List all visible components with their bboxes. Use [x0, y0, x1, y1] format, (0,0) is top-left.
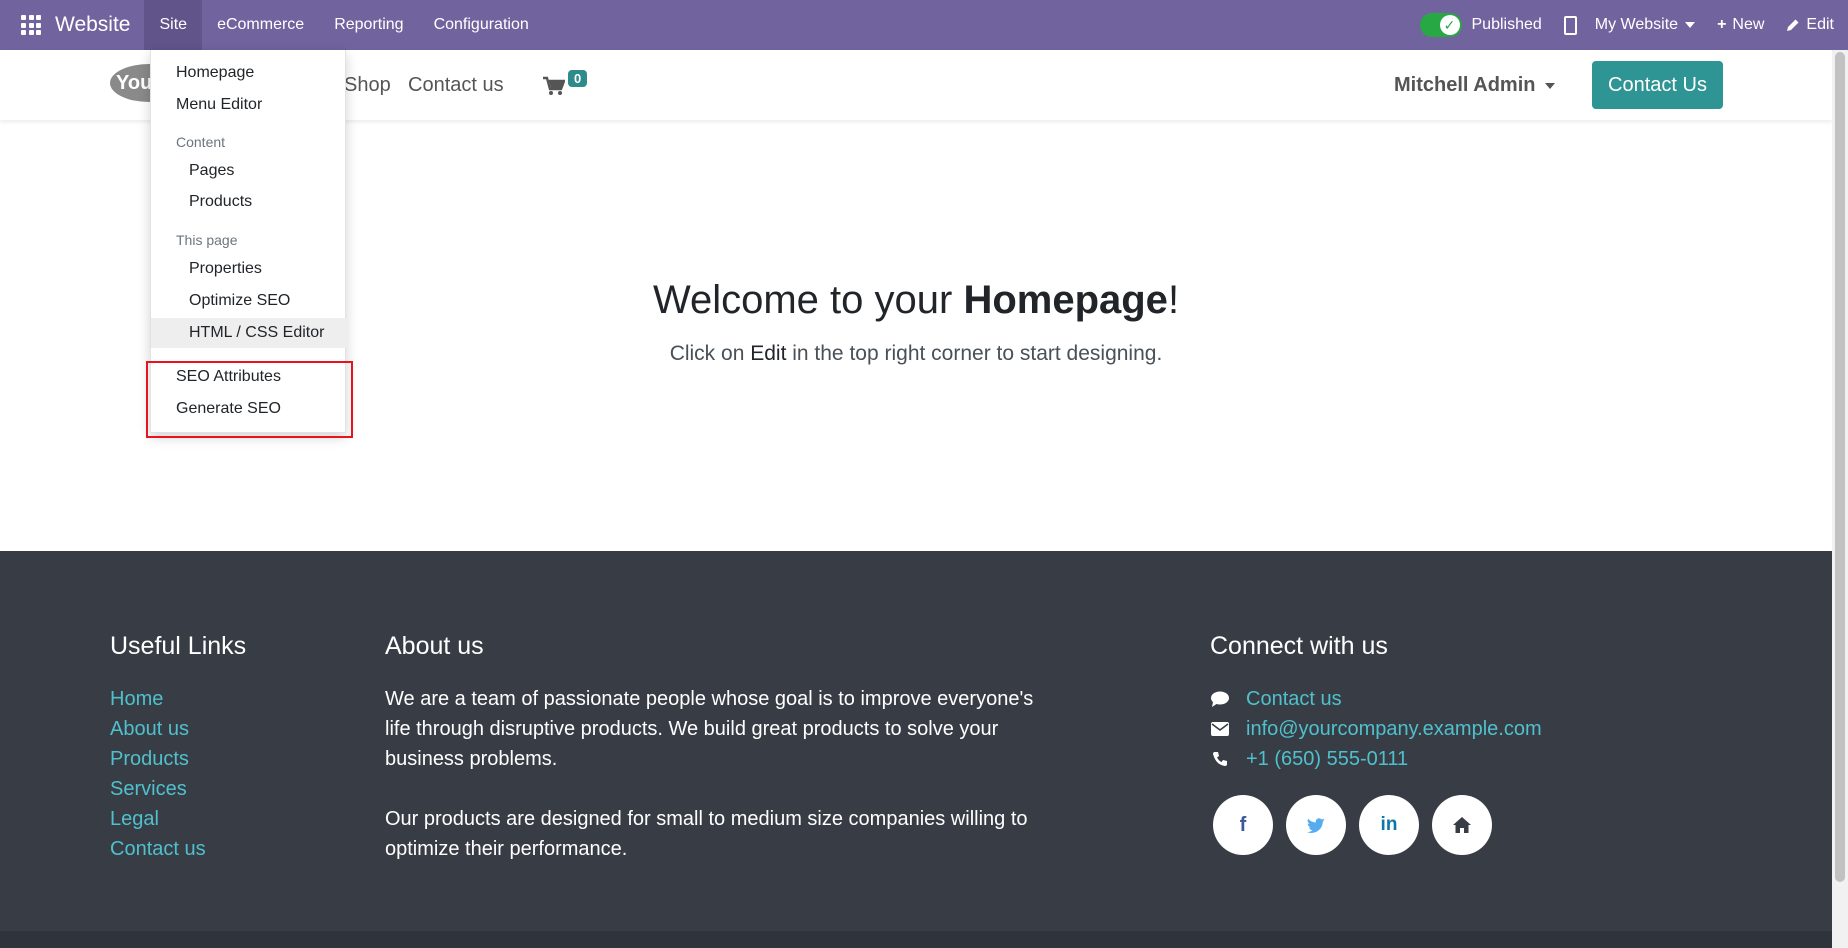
footer-link-legal[interactable]: Legal [110, 804, 206, 834]
useful-links-title: Useful Links [110, 632, 247, 660]
dd-menu-editor[interactable]: Menu Editor [151, 90, 347, 120]
caret-down-icon [1545, 82, 1556, 89]
twitter-icon[interactable] [1286, 795, 1346, 855]
menu-reporting[interactable]: Reporting [319, 0, 418, 50]
website-selector[interactable]: My Website [1594, 16, 1696, 34]
footer-link-contact[interactable]: Contact us [110, 834, 206, 864]
cart-count-badge: 0 [568, 70, 588, 87]
dd-optimize-seo[interactable]: Optimize SEO [151, 286, 347, 316]
social-links: f in [1213, 795, 1505, 855]
plus-icon: + [1717, 16, 1727, 33]
envelope-icon [1210, 722, 1230, 736]
website-selector-label: My Website [1594, 16, 1679, 33]
hero-title-prefix: Welcome to your [652, 278, 964, 322]
nav-shop[interactable]: Shop [344, 74, 391, 97]
dd-content-header: Content [176, 134, 226, 150]
app-brand[interactable]: Website [55, 13, 130, 37]
footer: Useful Links Home About us Products Serv… [0, 551, 1832, 931]
contact-us-button[interactable]: Contact Us [1592, 61, 1723, 109]
menu-site[interactable]: Site [144, 0, 203, 50]
about-text: We are a team of passionate people whose… [385, 684, 1045, 894]
connect-phone-row: +1 (650) 555-0111 [1210, 744, 1542, 774]
hero-sub-edit: Edit [750, 342, 787, 365]
connect-email-link[interactable]: info@yourcompany.example.com [1246, 718, 1542, 741]
footer-link-about[interactable]: About us [110, 714, 206, 744]
edit-button[interactable]: Edit [1786, 16, 1834, 34]
topbar-right: ✓ Published My Website + New Edit [1419, 0, 1848, 50]
page-scrollbar-thumb[interactable] [1835, 52, 1845, 882]
new-button[interactable]: + New [1717, 16, 1764, 34]
new-label: New [1732, 16, 1765, 33]
published-toggle[interactable]: ✓ [1419, 13, 1462, 37]
cart-icon[interactable] [543, 76, 565, 96]
about-title: About us [385, 632, 484, 660]
connect-contact-link[interactable]: Contact us [1246, 688, 1342, 711]
menu-ecommerce[interactable]: eCommerce [202, 0, 319, 50]
edit-label: Edit [1806, 16, 1834, 33]
hero-title-suffix: ! [1167, 278, 1180, 322]
facebook-icon[interactable]: f [1213, 795, 1273, 855]
connect-contact-row: Contact us [1210, 684, 1542, 714]
caret-down-icon [1685, 22, 1696, 28]
footer-link-services[interactable]: Services [110, 774, 206, 804]
top-menu: Site eCommerce Reporting Configuration [144, 0, 543, 50]
hero-sub-suffix: in the top right corner to start designi… [786, 342, 1163, 365]
hero-sub-prefix: Click on [669, 342, 751, 365]
home-icon[interactable] [1432, 795, 1492, 855]
nav-contact-us[interactable]: Contact us [408, 74, 504, 97]
published-label[interactable]: Published [1472, 16, 1542, 34]
footer-link-products[interactable]: Products [110, 744, 206, 774]
about-paragraph-1: We are a team of passionate people whose… [385, 688, 1034, 770]
pencil-icon [1787, 19, 1799, 31]
connect-list: Contact us info@yourcompany.example.com … [1210, 684, 1542, 774]
user-menu[interactable]: Mitchell Admin [1394, 74, 1556, 97]
dd-properties[interactable]: Properties [151, 254, 347, 284]
apps-grid-icon[interactable] [21, 15, 41, 35]
phone-icon [1210, 751, 1230, 767]
footer-link-home[interactable]: Home [110, 684, 206, 714]
dd-html-css-editor[interactable]: HTML / CSS Editor [151, 318, 347, 348]
menu-configuration[interactable]: Configuration [419, 0, 544, 50]
connect-phone-link[interactable]: +1 (650) 555-0111 [1246, 748, 1408, 771]
admin-navbar: Website Site eCommerce Reporting Configu… [0, 0, 1848, 50]
user-name: Mitchell Admin [1394, 74, 1536, 96]
copyright-bar [0, 931, 1832, 948]
connect-email-row: info@yourcompany.example.com [1210, 714, 1542, 744]
dd-this-page-header: This page [176, 232, 238, 248]
check-icon: ✓ [1439, 15, 1460, 35]
hero-title-bold: Homepage [963, 278, 1168, 322]
linkedin-icon[interactable]: in [1359, 795, 1419, 855]
dd-pages[interactable]: Pages [151, 156, 347, 186]
dd-products[interactable]: Products [151, 187, 347, 217]
useful-links: Home About us Products Services Legal Co… [110, 684, 206, 864]
connect-title: Connect with us [1210, 632, 1388, 660]
dd-homepage[interactable]: Homepage [151, 58, 347, 88]
annotation-highlight-box [146, 361, 353, 438]
comment-icon [1210, 690, 1230, 708]
mobile-preview-icon[interactable] [1563, 15, 1577, 35]
about-paragraph-2: Our products are designed for small to m… [385, 808, 1028, 860]
